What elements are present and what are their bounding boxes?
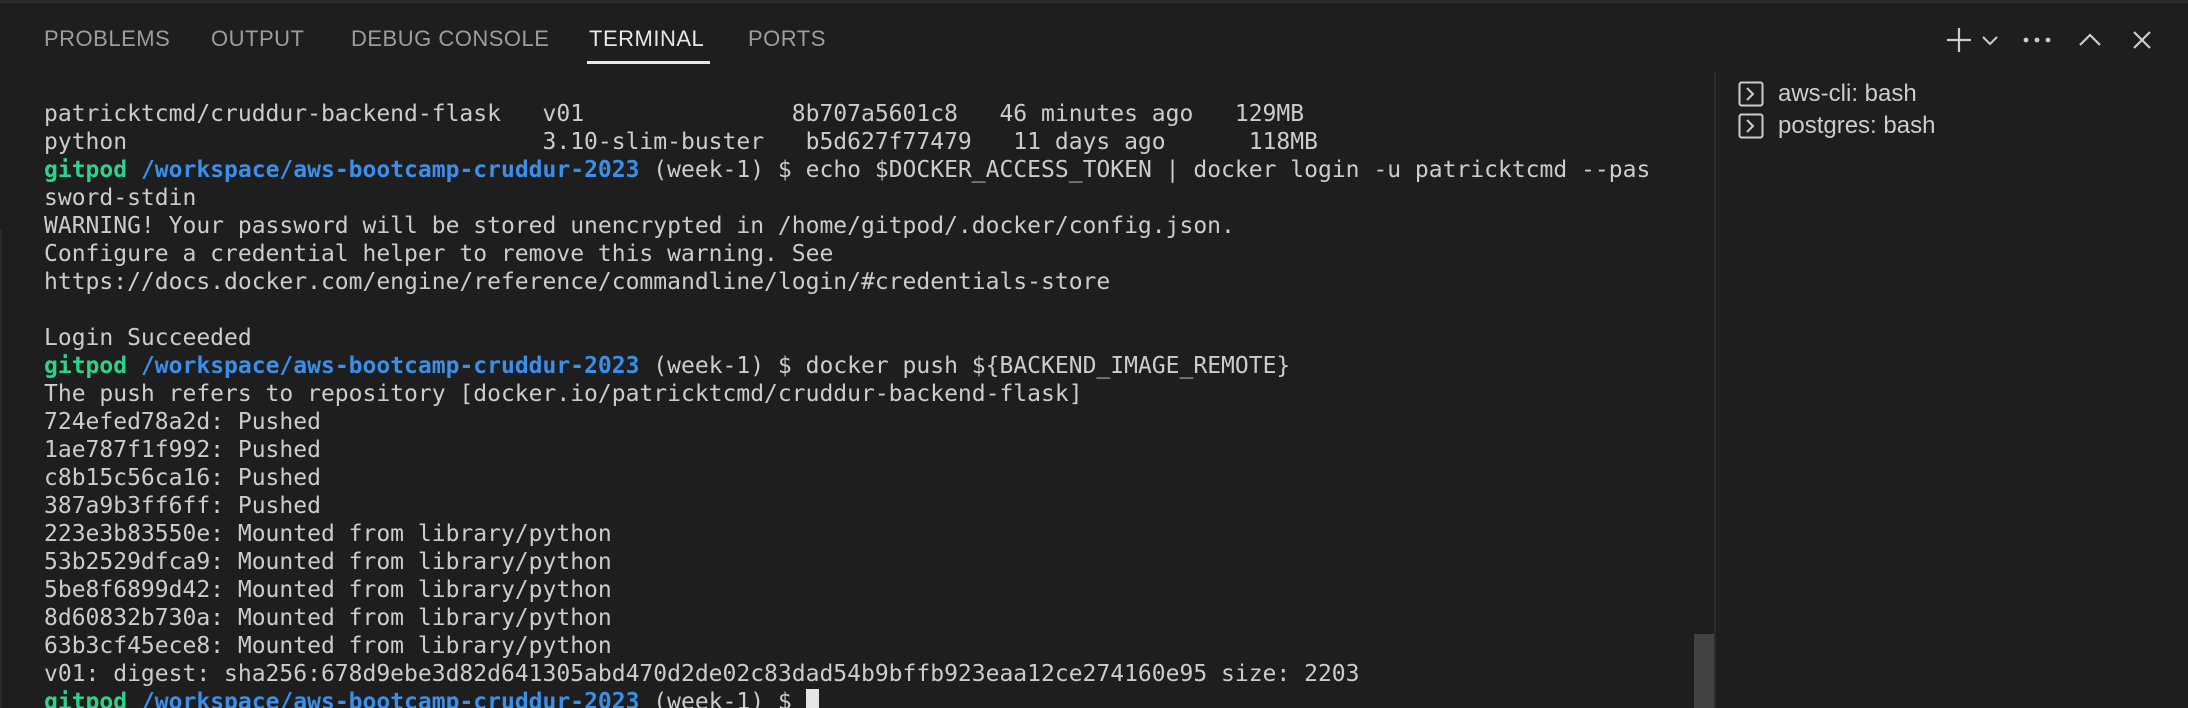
- close-icon: [2133, 31, 2151, 49]
- ellipsis-icon: [2023, 37, 2051, 43]
- tab-debug-console[interactable]: DEBUG CONSOLE: [351, 26, 549, 66]
- maximize-panel-button[interactable]: [2070, 20, 2110, 60]
- close-panel-button[interactable]: [2122, 20, 2162, 60]
- terminal-list-item-postgres[interactable]: postgres: bash: [1738, 110, 1935, 142]
- terminal-cursor: [805, 689, 819, 708]
- terminal-output-line: 223e3b83550e: Mounted from library/pytho…: [44, 521, 612, 547]
- terminal-output-line: Configure a credential helper to remove …: [44, 241, 834, 267]
- terminal-output-line: 5be8f6899d42: Mounted from library/pytho…: [44, 577, 612, 603]
- terminal-icon: [1738, 81, 1764, 107]
- terminal-output-line: c8b15c56ca16: Pushed: [44, 465, 321, 491]
- terminal-scrollbar-thumb[interactable]: [1694, 634, 1714, 708]
- terminal-profile-dropdown[interactable]: [1972, 20, 2008, 60]
- tab-terminal-label: TERMINAL: [589, 26, 705, 51]
- terminal-output-line: patricktcmd/cruddur-backend-flask v01 8b…: [44, 101, 1305, 127]
- terminal-output: patricktcmd/cruddur-backend-flask v01 8b…: [44, 100, 1650, 708]
- terminal-output-line: 53b2529dfca9: Mounted from library/pytho…: [44, 549, 612, 575]
- prompt-branch: (week-1) $: [639, 353, 806, 379]
- terminal-command: echo $DOCKER_ACCESS_TOKEN | docker login…: [805, 157, 1651, 183]
- terminal-output-line: The push refers to repository [docker.io…: [44, 381, 1083, 407]
- terminal-icon: [1738, 113, 1764, 139]
- terminal-output-line: sword-stdin: [44, 185, 197, 211]
- terminal-prompt-line: gitpod /workspace/aws-bootcamp-cruddur-2…: [44, 352, 1650, 380]
- terminal-output-line: 1ae787f1f992: Pushed: [44, 437, 321, 463]
- terminal-output-line: Login Succeeded: [44, 325, 252, 351]
- more-actions-button[interactable]: [2017, 20, 2057, 60]
- terminal-output-line: https://docs.docker.com/engine/reference…: [44, 269, 1111, 295]
- tab-ports[interactable]: PORTS: [748, 26, 826, 66]
- terminal-view[interactable]: patricktcmd/cruddur-backend-flask v01 8b…: [0, 72, 1700, 708]
- terminal-output-line: 8d60832b730a: Mounted from library/pytho…: [44, 605, 612, 631]
- prompt-user: gitpod: [44, 353, 128, 379]
- terminal-list-item-aws-cli[interactable]: aws-cli: bash: [1738, 78, 1917, 110]
- chevron-up-icon: [2079, 33, 2101, 46]
- prompt-user: gitpod: [44, 689, 128, 708]
- prompt-path: /workspace/aws-bootcamp-cruddur-2023: [140, 689, 640, 708]
- tab-problems[interactable]: PROBLEMS: [44, 26, 170, 66]
- terminal-output-line: 387a9b3ff6ff: Pushed: [44, 493, 321, 519]
- panel-tab-bar: PROBLEMS OUTPUT DEBUG CONSOLE TERMINAL P…: [0, 0, 2188, 72]
- prompt-user: gitpod: [44, 157, 128, 183]
- prompt-branch: (week-1) $: [639, 689, 806, 708]
- terminal-prompt-line: gitpod /workspace/aws-bootcamp-cruddur-2…: [44, 156, 1650, 184]
- terminal-output-line: WARNING! Your password will be stored un…: [44, 213, 1235, 239]
- plus-icon: [1947, 28, 1971, 52]
- tab-terminal[interactable]: TERMINAL: [587, 26, 711, 66]
- prompt-path: /workspace/aws-bootcamp-cruddur-2023: [140, 157, 640, 183]
- terminal-list-item-label: postgres: bash: [1778, 112, 1936, 139]
- terminal-output-line: 63b3cf45ece8: Mounted from library/pytho…: [44, 633, 612, 659]
- prompt-path: /workspace/aws-bootcamp-cruddur-2023: [140, 353, 640, 379]
- terminal-output-line: 724efed78a2d: Pushed: [44, 409, 321, 435]
- terminal-list: aws-cli: bash postgres: bash: [1716, 72, 2188, 708]
- terminal-command: docker push ${BACKEND_IMAGE_REMOTE}: [805, 353, 1291, 379]
- active-tab-indicator: [587, 61, 711, 64]
- terminal-output-line: python 3.10-slim-buster b5d627f77479 11 …: [44, 129, 1318, 155]
- terminal-list-item-label: aws-cli: bash: [1778, 80, 1917, 107]
- terminal-output-line: v01: digest: sha256:678d9ebe3d82d641305a…: [44, 661, 1360, 687]
- tab-output[interactable]: OUTPUT: [211, 26, 304, 66]
- terminal-prompt-line: gitpod /workspace/aws-bootcamp-cruddur-2…: [44, 688, 1650, 708]
- prompt-branch: (week-1) $: [639, 157, 806, 183]
- chevron-down-icon: [1982, 36, 1998, 46]
